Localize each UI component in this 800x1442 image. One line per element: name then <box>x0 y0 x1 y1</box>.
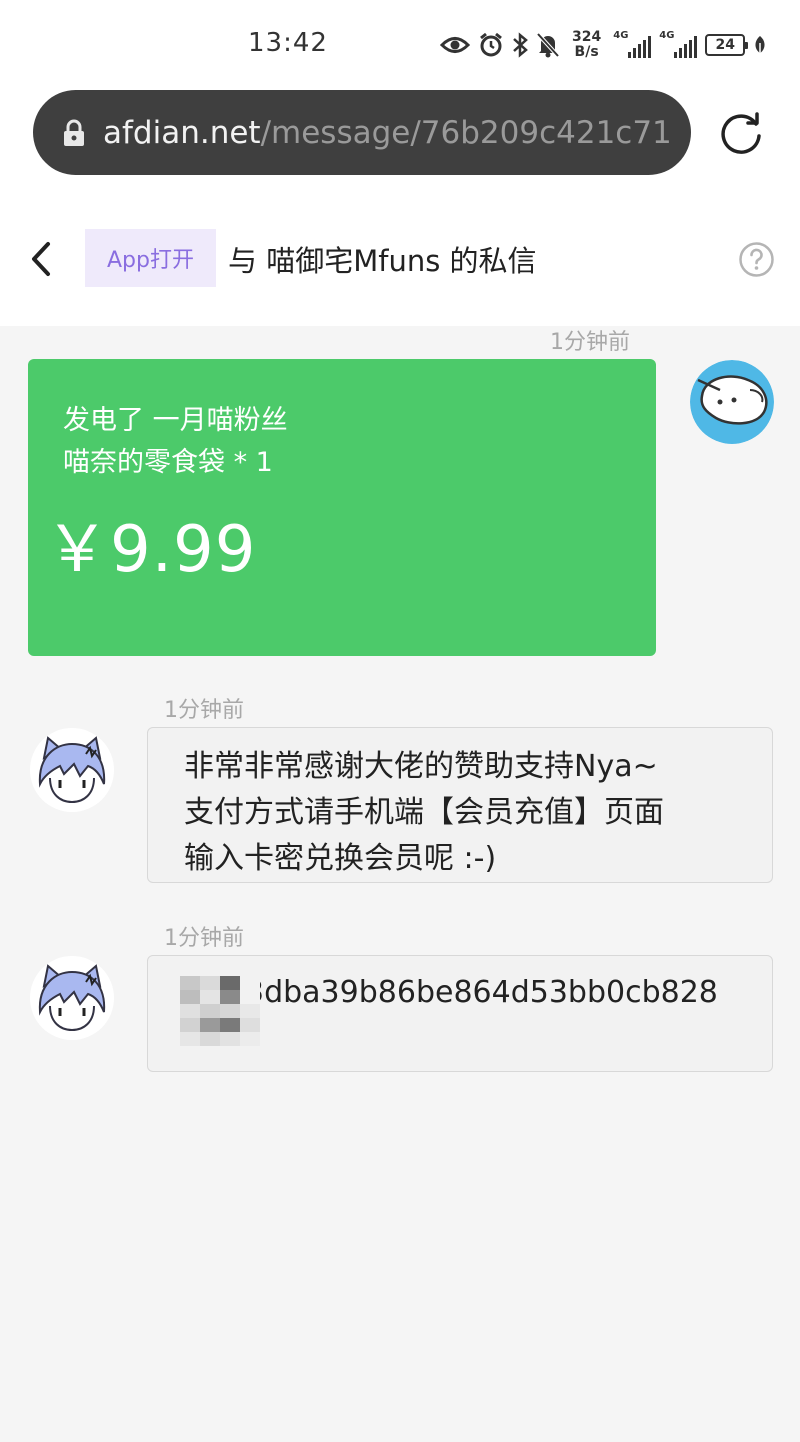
status-time: 13:42 <box>248 28 328 58</box>
payment-amount: ￥9.99 <box>45 513 257 587</box>
bluetooth-icon <box>512 32 528 58</box>
reload-icon[interactable] <box>718 110 764 156</box>
battery-level: 24 <box>715 37 735 53</box>
alarm-icon <box>478 32 504 58</box>
address-bar[interactable]: afdian.net/message/76b209c421c71 <box>33 90 691 175</box>
battery-icon: 24 <box>705 34 749 56</box>
open-in-app-button[interactable]: App打开 <box>85 229 216 287</box>
message-bubble[interactable]: 非常非常感谢大佬的赞助支持Nya~ 支付方式请手机端【会员充值】页面 输入卡密兑… <box>147 727 773 883</box>
status-icons: 324 B/s 4G 4G 24 <box>440 28 767 62</box>
signal-sim1-icon: 4G <box>613 30 652 58</box>
redacted-mosaic <box>180 976 260 1056</box>
creator-avatar[interactable] <box>30 956 114 1040</box>
redeem-code-text: 3dba39b86be864d53bb0cb828 <box>245 975 718 1010</box>
url-text: afdian.net/message/76b209c421c71 <box>103 115 672 151</box>
net-speed-unit: B/s <box>574 44 599 60</box>
payment-plan: 发电了 一月喵粉丝 <box>63 405 288 436</box>
leaf-icon <box>753 35 767 55</box>
sim2-network-type: 4G <box>659 30 675 41</box>
message-timestamp: 1分钟前 <box>550 330 630 355</box>
message-timestamp: 1分钟前 <box>164 926 244 951</box>
eye-icon <box>440 34 470 56</box>
message-timestamp: 1分钟前 <box>164 698 244 723</box>
payment-item: 喵奈的零食袋 * 1 <box>63 447 273 478</box>
chevron-left-icon[interactable] <box>26 240 58 278</box>
signal-sim2-icon: 4G <box>659 30 698 58</box>
url-host: afdian.net <box>103 114 261 151</box>
help-circle-icon[interactable] <box>738 241 775 278</box>
mute-bell-icon <box>536 32 560 58</box>
creator-avatar[interactable] <box>30 728 114 812</box>
page-title: 与 喵御宅Mfuns 的私信 <box>228 244 537 278</box>
sim1-network-type: 4G <box>613 30 629 41</box>
my-avatar[interactable] <box>690 360 774 444</box>
net-speed-value: 324 <box>572 29 602 45</box>
net-speed: 324 B/s <box>572 30 601 60</box>
lock-icon <box>64 119 84 146</box>
url-path: /message/76b209c421c71 <box>260 114 672 151</box>
